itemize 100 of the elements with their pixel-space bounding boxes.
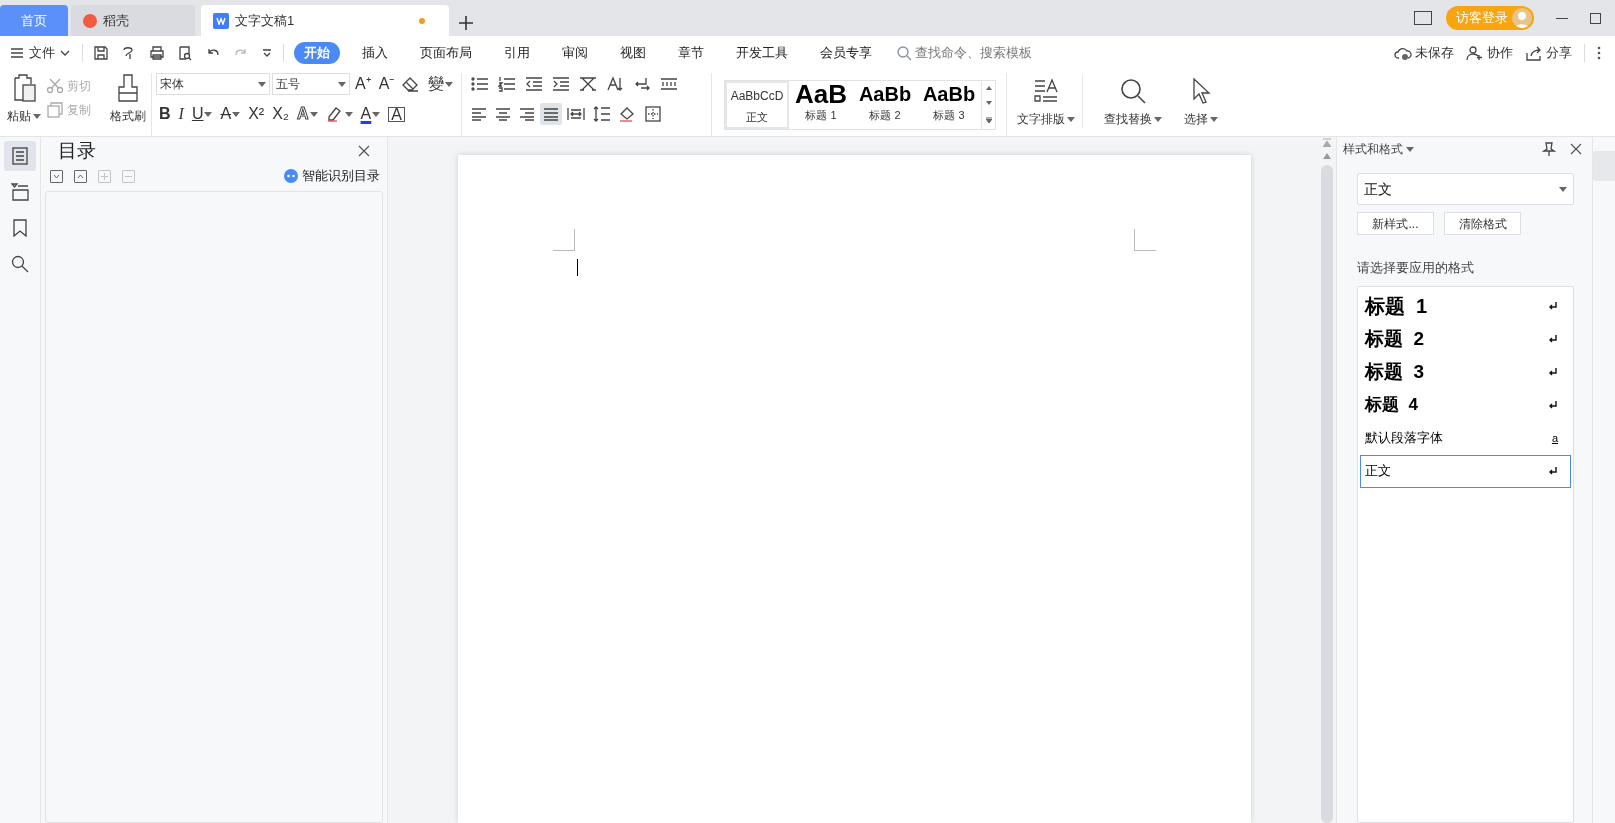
document-icon <box>213 12 229 29</box>
avatar-icon <box>1512 8 1532 28</box>
ribbon-tab[interactable]: 开发工具 <box>726 42 798 64</box>
style-item[interactable]: 正文 <box>1360 454 1571 488</box>
ribbon-tab[interactable]: 会员专享 <box>810 42 882 64</box>
print-preview-icon[interactable] <box>177 45 193 61</box>
ribbon-tab[interactable]: 视图 <box>610 42 656 64</box>
new-tab-button[interactable] <box>459 16 473 30</box>
format-button[interactable]: X² <box>245 103 268 125</box>
dropdown-arrow-icon <box>258 81 266 87</box>
save-status[interactable]: 未保存 <box>1394 43 1454 63</box>
ribbon-tab[interactable]: 引用 <box>494 42 540 64</box>
format-button[interactable] <box>642 103 664 125</box>
format-button[interactable] <box>540 103 562 125</box>
scrollbar[interactable] <box>1320 137 1334 823</box>
dropdown-arrow-icon <box>1559 186 1567 192</box>
style-item[interactable]: 标题 1 <box>1360 289 1571 323</box>
file-menu[interactable]: 文件 <box>10 43 78 63</box>
ribbon-tab[interactable]: 审阅 <box>552 42 598 64</box>
style-item[interactable]: 默认段落字体 a <box>1360 421 1571 455</box>
format-button[interactable]: A⁺ <box>352 73 374 95</box>
scroll-up-icon[interactable] <box>985 86 992 91</box>
ribbon-tab[interactable]: 插入 <box>352 42 398 64</box>
more-icon[interactable] <box>261 47 273 59</box>
tool-button[interactable]: 选择 <box>1171 75 1231 128</box>
more-icon[interactable] <box>1597 45 1601 61</box>
format-button[interactable]: 變 <box>425 73 457 95</box>
sort-icon <box>606 76 624 92</box>
caret-icon <box>1154 116 1162 122</box>
style-option[interactable]: AaB 标题 1 <box>789 80 853 129</box>
font-size-field[interactable]: 五号 <box>272 73 350 95</box>
caret-icon <box>33 113 41 119</box>
numbered-list-icon <box>498 76 516 92</box>
menu-icon <box>10 47 24 59</box>
collapse-button[interactable] <box>74 169 87 183</box>
ruler-icon <box>660 76 678 92</box>
outdent-icon <box>525 76 543 92</box>
search-field[interactable]: 查找命令、搜索模板 <box>896 43 1066 63</box>
eraser-icon <box>402 76 421 92</box>
margin-mark <box>552 229 575 251</box>
action-button[interactable]: 协作 <box>1466 43 1513 63</box>
borders-icon <box>645 106 661 122</box>
gallery-scroll[interactable] <box>981 80 995 129</box>
style-option[interactable]: AaBb 标题 2 <box>853 80 917 129</box>
format-button[interactable]: I <box>175 103 187 125</box>
robot-icon <box>284 169 298 183</box>
format-button[interactable]: U <box>188 103 216 125</box>
print-icon[interactable] <box>149 45 165 61</box>
distribute-icon <box>567 107 585 121</box>
search-icon <box>896 45 912 61</box>
maximize-button[interactable] <box>1590 12 1601 24</box>
layout-icon[interactable] <box>1414 11 1432 25</box>
justify-icon <box>543 107 559 121</box>
tool-button[interactable]: 查找替换 <box>1103 75 1163 128</box>
expand-gallery-icon[interactable] <box>985 116 992 123</box>
tool-button[interactable]: 文字排版 <box>1017 75 1083 128</box>
ribbon-tab[interactable]: 章节 <box>668 42 714 64</box>
new-style-button[interactable]: 新样式... <box>1357 212 1434 235</box>
expand-button[interactable] <box>50 169 63 183</box>
style-dropdown[interactable]: 正文 <box>1357 173 1574 205</box>
close-button[interactable] <box>1570 143 1582 155</box>
format-button[interactable]: A⁻ <box>375 73 398 95</box>
align-left-icon <box>471 107 487 121</box>
close-button[interactable] <box>358 145 370 157</box>
style-item[interactable]: 标题 4 <box>1360 388 1571 422</box>
format-button[interactable]: A <box>217 103 244 125</box>
scroll-down-icon[interactable] <box>985 101 992 106</box>
document-icon <box>12 147 28 165</box>
character-style-mark: a <box>1551 430 1558 446</box>
tab[interactable]: 稻壳 <box>71 5 195 36</box>
minimize-button[interactable] <box>1556 17 1568 19</box>
format-button[interactable]: A <box>357 103 384 125</box>
asian-layout-icon <box>579 76 597 92</box>
nav-button[interactable] <box>4 141 36 171</box>
clear-format-button[interactable]: 清除格式 <box>1444 212 1521 235</box>
copy-icon <box>46 102 64 118</box>
action-button[interactable]: 分享 <box>1525 43 1572 63</box>
chapters-icon <box>11 183 29 201</box>
save-icon[interactable] <box>93 45 109 61</box>
smart-toc-button[interactable]: 智能识别目录 <box>284 166 380 186</box>
scroll-up-icon[interactable] <box>1323 153 1331 159</box>
style-option[interactable]: AaBb 标题 3 <box>917 80 981 129</box>
ribbon-tab[interactable]: 页面布局 <box>410 42 482 64</box>
return-icon <box>1548 367 1558 377</box>
panel-title[interactable]: 样式和格式 <box>1343 140 1414 158</box>
return-icon <box>1548 466 1558 476</box>
pin-icon[interactable] <box>1542 142 1556 156</box>
return-icon <box>1548 334 1558 344</box>
paste-button[interactable]: 粘贴 <box>6 73 42 136</box>
style-option[interactable]: AaBbCcD 正文 <box>725 80 789 129</box>
return-icon <box>1548 301 1558 311</box>
style-item[interactable]: 标题 3 <box>1360 355 1571 389</box>
tab[interactable]: 文字文稿1 <box>201 5 449 36</box>
style-item[interactable]: 标题 2 <box>1360 322 1571 356</box>
caret-icon <box>1406 146 1414 152</box>
font-field[interactable]: 宋体 <box>156 73 270 95</box>
format-button[interactable]: B <box>156 103 174 125</box>
scissors-icon <box>46 78 64 94</box>
format-painter-button[interactable]: 格式刷 <box>106 73 150 136</box>
format-button[interactable]: X₂ <box>269 103 292 125</box>
